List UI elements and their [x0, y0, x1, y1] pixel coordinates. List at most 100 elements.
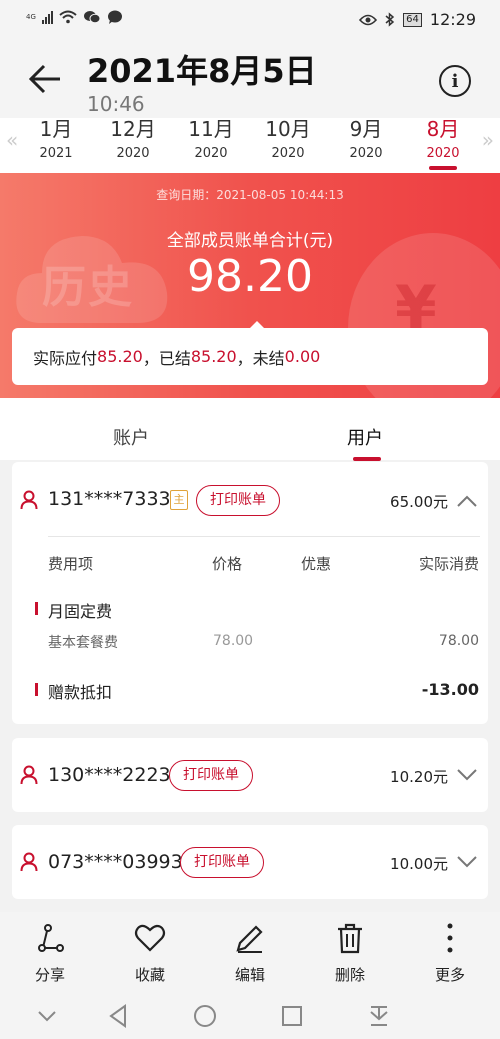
collapse-icon[interactable] — [35, 1004, 59, 1028]
status-bar: 4G 64 12:29 — [0, 0, 500, 40]
page-title: 2021年8月5日 — [87, 52, 317, 90]
fee-actual: 78.00 — [438, 633, 479, 649]
total-label: 全部成员账单合计(元) — [166, 231, 334, 251]
network-type: 4G — [26, 13, 36, 21]
fee-name: 基本套餐费 — [48, 635, 118, 651]
edit-button[interactable]: 编辑 — [220, 922, 280, 985]
payable-label: 实际应付 — [33, 348, 98, 368]
print-bill-button[interactable]: 打印账单 — [180, 847, 264, 878]
unsettled-value: 0.00 — [284, 347, 321, 366]
month-label: 8月 — [426, 117, 460, 141]
month-label: 10月 — [265, 117, 311, 141]
phone-number: 073****03993 — [48, 851, 183, 873]
tab-indicator — [353, 457, 381, 461]
year-label: 2020 — [271, 146, 305, 161]
month-next-icon[interactable]: » — [482, 128, 494, 152]
bill-card-header[interactable]: 131****7333 主 打印账单 65.00元 — [12, 462, 488, 538]
chevron-down-icon[interactable] — [456, 855, 478, 869]
month-label: 11月 — [188, 117, 234, 141]
bill-card: 131****7333 主 打印账单 65.00元 费用项 价格 优惠 实际消费… — [12, 462, 488, 724]
month-tab[interactable]: 12月 2020 — [95, 118, 171, 161]
payable-value: 85.20 — [97, 347, 143, 366]
bill-amount: 10.00元 — [390, 855, 448, 873]
primary-badge: 主 — [170, 490, 188, 510]
bill-card-header[interactable]: 073****03993 打印账单 10.00元 — [12, 825, 488, 901]
fee-price: 78.00 — [213, 633, 254, 649]
chevron-up-icon[interactable] — [456, 494, 478, 508]
year-label: 2020 — [116, 146, 150, 161]
header: 2021年8月5日 10:46 i — [0, 40, 500, 118]
signal-icon — [41, 10, 53, 24]
bill-card-header[interactable]: 130****2223 打印账单 10.20元 — [12, 738, 488, 814]
settled-value: 85.20 — [190, 347, 237, 366]
bill-amount: 10.20元 — [390, 768, 448, 786]
month-indicator — [429, 166, 457, 170]
wifi-icon — [59, 10, 77, 24]
edit-label: 编辑 — [234, 966, 265, 984]
section-title: 赠款抵扣 — [48, 683, 113, 702]
total-amount: 98.20 — [187, 251, 313, 302]
system-nav-bar — [0, 992, 500, 1039]
bluetooth-icon — [385, 12, 395, 27]
share-label: 分享 — [34, 966, 65, 984]
tab-user[interactable]: 用户 — [347, 424, 383, 450]
more-icon — [447, 923, 453, 953]
year-label: 2021 — [39, 146, 73, 161]
month-tab[interactable]: 9月 2020 — [328, 118, 404, 161]
deduction-value: -13.00 — [421, 680, 479, 699]
wechat-icon — [83, 11, 101, 24]
month-tabs: « 1月 2021 12月 2020 11月 2020 10月 2020 9月 … — [0, 118, 500, 173]
trash-icon — [338, 923, 362, 954]
month-prev-icon[interactable]: « — [6, 128, 18, 152]
month-tab[interactable]: 11月 2020 — [173, 118, 249, 161]
unsettled-label: ，未结 — [236, 348, 285, 368]
print-bill-button[interactable]: 打印账单 — [196, 485, 280, 516]
favorite-button[interactable]: 收藏 — [120, 922, 180, 985]
battery-icon: 64 — [403, 12, 422, 27]
bill-card: 073****03993 打印账单 10.00元 — [12, 825, 488, 899]
print-bill-button[interactable]: 打印账单 — [169, 760, 253, 791]
phone-number: 130****2223 — [48, 764, 171, 786]
phone-number: 131****7333 — [48, 488, 171, 510]
settled-label: ，已结 — [142, 348, 191, 368]
month-label: 12月 — [110, 117, 156, 141]
more-button[interactable]: 更多 — [420, 922, 480, 985]
back-nav-icon[interactable] — [106, 1004, 130, 1028]
recents-nav-icon[interactable] — [280, 1004, 304, 1028]
heart-icon — [134, 924, 166, 952]
share-icon — [38, 924, 64, 952]
section-title: 月固定费 — [48, 602, 113, 621]
section-marker — [35, 602, 38, 615]
bottom-toolbar: 分享 收藏 编辑 删除 更多 — [0, 912, 500, 992]
notification-pull-icon[interactable] — [367, 1004, 391, 1028]
page-subtitle: 10:46 — [87, 92, 145, 116]
tab-account[interactable]: 账户 — [113, 424, 149, 450]
bill-summary-banner: 历史 ¥ 查询日期：2021-08-05 10:44:13 全部成员账单合计(元… — [0, 173, 500, 398]
chevron-down-icon[interactable] — [456, 768, 478, 782]
user-icon — [20, 852, 38, 872]
col-actual: 实际消费 — [418, 555, 479, 573]
status-left: 4G — [26, 10, 123, 24]
month-tab[interactable]: 1月 2021 — [18, 118, 94, 161]
back-arrow-icon[interactable] — [28, 62, 62, 96]
delete-label: 删除 — [334, 966, 365, 984]
bill-amount: 65.00元 — [390, 493, 448, 511]
eye-icon — [359, 14, 378, 25]
query-date: 查询日期：2021-08-05 10:44:13 — [156, 188, 344, 202]
month-label: 1月 — [39, 117, 73, 141]
month-tab[interactable]: 10月 2020 — [250, 118, 326, 161]
user-icon — [20, 490, 38, 510]
delete-button[interactable]: 删除 — [320, 922, 380, 985]
month-tab-active[interactable]: 8月 2020 — [405, 117, 481, 170]
home-nav-icon[interactable] — [193, 1004, 217, 1028]
user-icon — [20, 765, 38, 785]
divider — [48, 536, 480, 537]
year-label: 2020 — [349, 146, 383, 161]
clock: 12:29 — [429, 10, 476, 29]
month-label: 9月 — [349, 117, 383, 141]
bill-card: 130****2223 打印账单 10.20元 — [12, 738, 488, 812]
info-icon[interactable]: i — [439, 65, 471, 97]
pencil-icon — [236, 925, 263, 953]
message-icon — [107, 10, 122, 24]
share-button[interactable]: 分享 — [20, 922, 80, 985]
